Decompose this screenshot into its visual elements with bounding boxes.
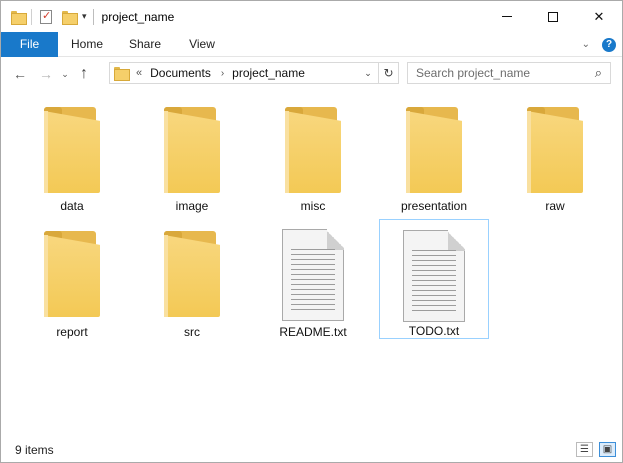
- item-label: misc: [300, 199, 326, 213]
- folder-icon: [40, 231, 104, 317]
- text-file-icon: [403, 230, 465, 322]
- search-input[interactable]: [416, 64, 586, 82]
- back-button[interactable]: ←: [9, 66, 31, 82]
- item-label: data: [60, 199, 84, 213]
- item-count: 9 items: [15, 443, 54, 457]
- recent-locations-button[interactable]: ⌄: [57, 69, 73, 80]
- expand-ribbon-icon[interactable]: ⌄: [582, 39, 590, 50]
- close-button[interactable]: ✕: [576, 1, 622, 32]
- forward-button[interactable]: →: [35, 66, 57, 82]
- window-title: project_name: [101, 9, 175, 24]
- folder-icon: [523, 107, 587, 193]
- folder-item[interactable]: report: [17, 219, 127, 339]
- tab-view[interactable]: View: [174, 32, 230, 57]
- divider: [92, 8, 94, 25]
- view-switcher: ☰ ▣: [576, 442, 616, 457]
- item-label: report: [56, 325, 88, 339]
- address-bar[interactable]: « Documents › project_name ⌄ ↻: [109, 62, 399, 84]
- folder-icon: [11, 10, 27, 25]
- file-item-selected[interactable]: TODO.txt: [379, 219, 489, 339]
- item-label: raw: [545, 199, 565, 213]
- file-list: data image misc presentation raw report …: [1, 91, 622, 436]
- breadcrumb-documents[interactable]: Documents: [150, 66, 211, 80]
- minimize-icon: [502, 16, 512, 17]
- title-bar: ▾ project_name ✕: [1, 1, 622, 32]
- folder-item[interactable]: raw: [500, 93, 610, 213]
- folder-item[interactable]: image: [137, 93, 247, 213]
- chevron-right-icon[interactable]: ›: [221, 68, 224, 79]
- folder-item[interactable]: src: [137, 219, 247, 339]
- minimize-button[interactable]: [484, 1, 530, 32]
- folder-icon: [40, 107, 104, 193]
- ribbon-tabs: File Home Share View ⌄ ?: [1, 31, 622, 57]
- folder-item[interactable]: presentation: [379, 93, 489, 213]
- tab-home[interactable]: Home: [58, 32, 116, 57]
- file-item[interactable]: README.txt: [258, 219, 368, 339]
- folder-item[interactable]: misc: [258, 93, 368, 213]
- window-controls: ✕: [484, 1, 622, 32]
- up-button[interactable]: ↑: [73, 65, 95, 83]
- details-view-icon[interactable]: ☰: [576, 442, 593, 457]
- folder-icon: [160, 107, 224, 193]
- help-icon[interactable]: ?: [602, 37, 616, 52]
- search-box: ⌕: [407, 62, 611, 84]
- navigation-bar: ← → ⌄ ↑ « Documents › project_name ⌄ ↻ ⌕: [1, 58, 622, 90]
- divider: [31, 8, 32, 25]
- item-label: src: [184, 325, 200, 339]
- folder-icon: [281, 107, 345, 193]
- overflow-crumbs-icon[interactable]: «: [136, 67, 142, 79]
- tab-share[interactable]: Share: [116, 32, 174, 57]
- close-icon: ✕: [593, 8, 605, 24]
- folder-icon: [402, 107, 466, 193]
- maximize-icon: [548, 11, 558, 22]
- breadcrumb-project-name[interactable]: project_name: [232, 66, 305, 80]
- large-icons-view-icon[interactable]: ▣: [599, 442, 616, 457]
- address-dropdown[interactable]: ⌄: [360, 63, 376, 83]
- text-file-icon: [282, 229, 344, 321]
- item-label: presentation: [400, 199, 468, 213]
- explorer-window: ▾ project_name ✕ File Home Share View ⌄ …: [0, 0, 623, 463]
- item-label: image: [175, 199, 209, 213]
- folder-icon: [114, 67, 130, 81]
- item-label: TODO.txt: [408, 324, 460, 338]
- refresh-button[interactable]: ↻: [378, 63, 398, 83]
- search-icon[interactable]: ⌕: [595, 65, 602, 81]
- quick-access-toolbar: ▾: [11, 8, 94, 25]
- new-folder-icon[interactable]: [62, 10, 78, 25]
- tab-file[interactable]: File: [1, 31, 58, 57]
- ribbon-controls: ⌄ ?: [582, 32, 616, 57]
- status-bar: 9 items ☰ ▣: [1, 438, 622, 462]
- folder-item[interactable]: data: [17, 93, 127, 213]
- properties-icon[interactable]: [40, 9, 52, 24]
- item-label: README.txt: [279, 325, 347, 339]
- quick-access-dropdown[interactable]: ▾: [82, 11, 87, 22]
- folder-icon: [160, 231, 224, 317]
- maximize-button[interactable]: [530, 1, 576, 32]
